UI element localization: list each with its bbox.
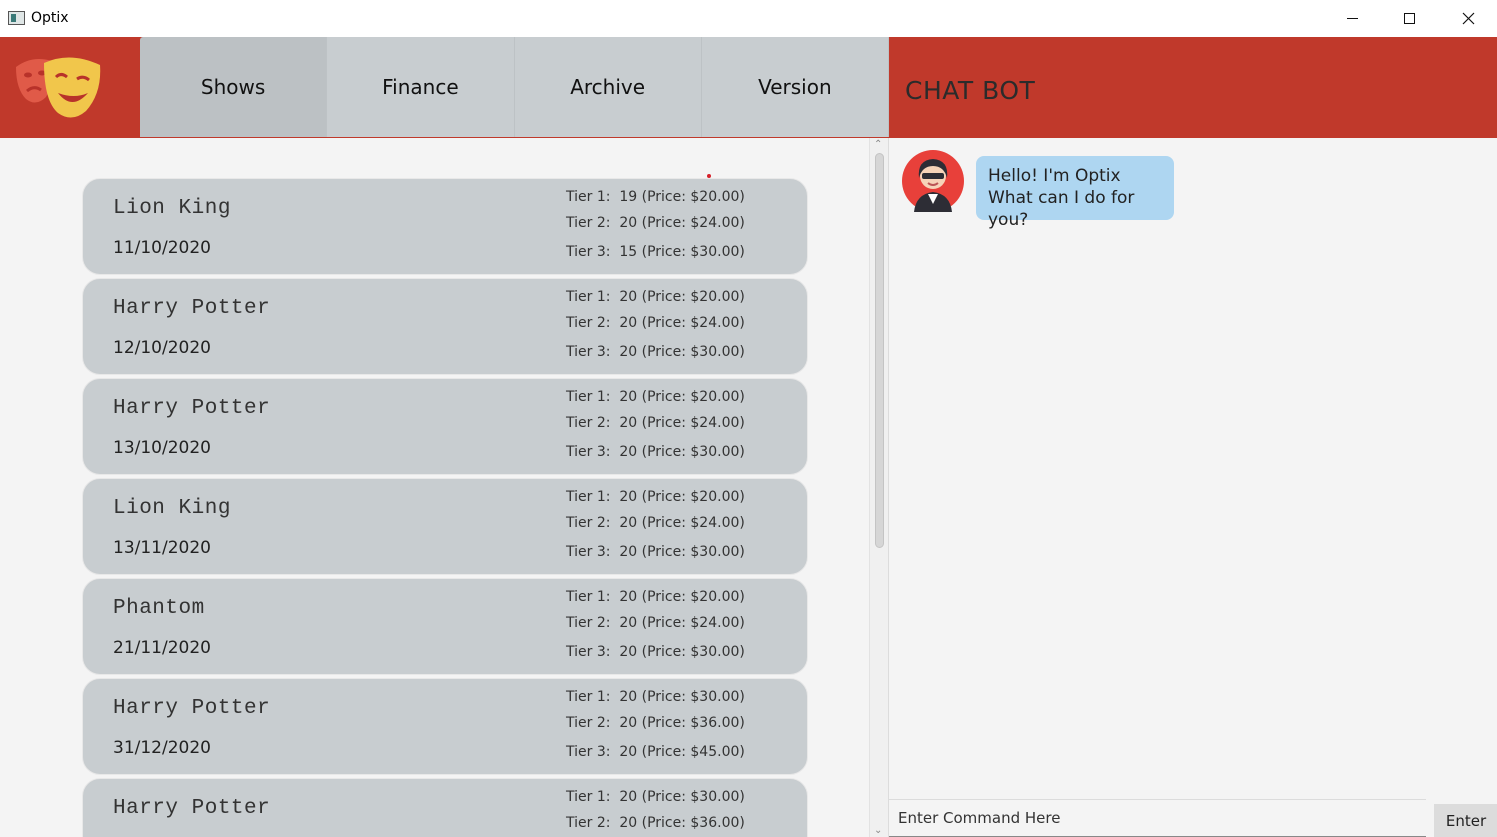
show-date: 11/10/2020: [113, 238, 211, 258]
show-list: Lion King 11/10/2020 Tier 1: 19 (Price: …: [82, 178, 808, 837]
maximize-button[interactable]: [1380, 0, 1438, 37]
maximize-icon: [1403, 13, 1415, 24]
bot-message-line: Hello! I'm Optix: [988, 166, 1121, 186]
tier-2-info: Tier 2: 20 (Price: $24.00): [566, 515, 745, 531]
tier-3-info: Tier 3: 20 (Price: $30.00): [566, 644, 745, 660]
tab-bar: Shows Finance Archive Version: [140, 37, 889, 137]
show-name: Harry Potter: [113, 397, 271, 420]
show-name: Phantom: [113, 597, 205, 620]
minimize-button[interactable]: [1323, 0, 1381, 37]
tab-finance[interactable]: Finance: [327, 37, 515, 137]
tier-2-info: Tier 2: 20 (Price: $24.00): [566, 415, 745, 431]
show-name: Harry Potter: [113, 697, 271, 720]
tier-1-info: Tier 1: 20 (Price: $20.00): [566, 289, 745, 305]
show-card[interactable]: Phantom 21/11/2020 Tier 1: 20 (Price: $2…: [82, 578, 808, 675]
show-name: Harry Potter: [113, 797, 271, 820]
bot-message-line: What can I do for you?: [988, 188, 1135, 230]
chat-panel: Hello! I'm Optix What can I do for you? …: [888, 138, 1497, 837]
app-header: Shows Finance Archive Version CHAT BOT: [0, 37, 1497, 138]
tier-2-info: Tier 2: 20 (Price: $24.00): [566, 315, 745, 331]
show-name: Lion King: [113, 197, 231, 220]
tier-1-info: Tier 1: 20 (Price: $20.00): [566, 489, 745, 505]
tier-2-info: Tier 2: 20 (Price: $24.00): [566, 215, 745, 231]
show-card[interactable]: Lion King 11/10/2020 Tier 1: 19 (Price: …: [82, 178, 808, 275]
vertical-scrollbar[interactable]: ⌃ ⌄: [869, 138, 888, 837]
show-card[interactable]: Harry Potter 13/10/2020 Tier 1: 20 (Pric…: [82, 378, 808, 475]
tab-version[interactable]: Version: [701, 37, 889, 137]
tier-3-info: Tier 3: 20 (Price: $30.00): [566, 544, 745, 560]
close-button[interactable]: [1439, 0, 1497, 37]
shows-panel: Lion King 11/10/2020 Tier 1: 19 (Price: …: [0, 138, 888, 837]
tier-1-info: Tier 1: 19 (Price: $20.00): [566, 189, 745, 205]
show-date: 21/11/2020: [113, 638, 211, 658]
show-card[interactable]: Harry Potter 31/12/2020 Tier 1: 20 (Pric…: [82, 678, 808, 775]
tier-3-info: Tier 3: 20 (Price: $30.00): [566, 444, 745, 460]
show-name: Lion King: [113, 497, 231, 520]
app-icon: [8, 11, 25, 25]
scroll-thumb[interactable]: [875, 153, 884, 548]
tier-1-info: Tier 1: 20 (Price: $30.00): [566, 689, 745, 705]
show-date: 31/12/2020: [113, 738, 211, 758]
show-date: 13/11/2020: [113, 538, 211, 558]
tier-2-info: Tier 2: 20 (Price: $24.00): [566, 615, 745, 631]
title-bar: Optix: [0, 0, 1497, 37]
theater-masks-icon: [16, 57, 101, 118]
window-title: Optix: [31, 10, 69, 26]
show-card[interactable]: Lion King 13/11/2020 Tier 1: 20 (Price: …: [82, 478, 808, 575]
tier-3-info: Tier 3: 20 (Price: $45.00): [566, 744, 745, 760]
tier-1-info: Tier 1: 20 (Price: $20.00): [566, 589, 745, 605]
command-input[interactable]: [889, 799, 1426, 837]
bot-message-bubble: Hello! I'm Optix What can I do for you?: [976, 156, 1174, 230]
tab-archive[interactable]: Archive: [514, 37, 702, 137]
tier-2-info: Tier 2: 20 (Price: $36.00): [566, 715, 745, 731]
minimize-icon: [1346, 18, 1358, 19]
scroll-up-icon[interactable]: ⌃: [874, 139, 882, 150]
show-date: 13/10/2020: [113, 438, 211, 458]
tier-3-info: Tier 3: 15 (Price: $30.00): [566, 244, 745, 260]
tab-shows[interactable]: Shows: [140, 37, 328, 137]
show-card[interactable]: Harry Potter 12/10/2020 Tier 1: 20 (Pric…: [82, 278, 808, 375]
scroll-down-icon[interactable]: ⌄: [874, 825, 882, 836]
chat-title: CHAT BOT: [905, 76, 1036, 105]
enter-button[interactable]: Enter: [1434, 804, 1497, 837]
show-name: Harry Potter: [113, 297, 271, 320]
show-card[interactable]: Harry Potter Tier 1: 20 (Price: $30.00) …: [82, 778, 808, 837]
show-date: 12/10/2020: [113, 338, 211, 358]
tier-1-info: Tier 1: 20 (Price: $20.00): [566, 389, 745, 405]
tier-3-info: Tier 3: 20 (Price: $30.00): [566, 344, 745, 360]
tier-1-info: Tier 1: 20 (Price: $30.00): [566, 789, 745, 805]
close-icon: [1462, 12, 1474, 25]
bot-avatar-icon: [902, 150, 964, 212]
tier-2-info: Tier 2: 20 (Price: $36.00): [566, 815, 745, 831]
